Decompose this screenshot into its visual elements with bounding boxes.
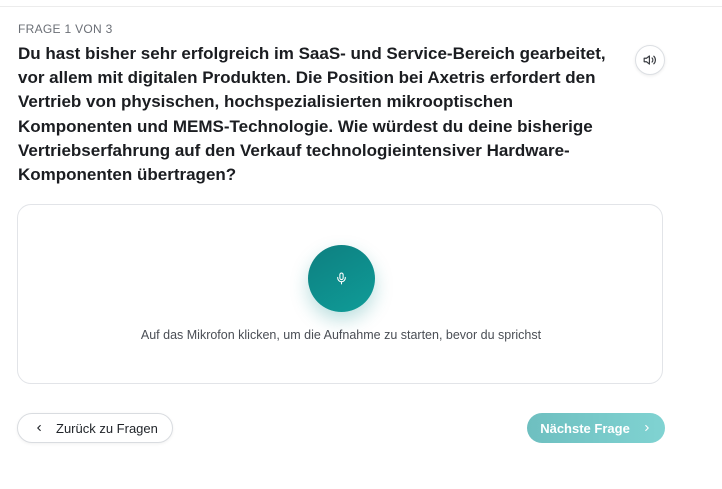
question-text: Du hast bisher sehr erfolgreich im SaaS-…: [18, 44, 606, 185]
speaker-icon: [643, 53, 657, 67]
read-aloud-button[interactable]: [635, 45, 665, 75]
next-button-label: Nächste Frage: [540, 420, 630, 436]
back-button-label: Zurück zu Fragen: [56, 420, 158, 436]
recording-card: Auf das Mikrofon klicken, um die Aufnahm…: [17, 204, 663, 384]
microphone-icon: [335, 272, 348, 285]
back-to-questions-button[interactable]: Zurück zu Fragen: [17, 413, 173, 443]
chevron-left-icon: [34, 423, 44, 433]
recording-hint: Auf das Mikrofon klicken, um die Aufnahm…: [140, 328, 542, 342]
question-counter: FRAGE 1 VON 3: [18, 22, 113, 36]
record-button[interactable]: [308, 245, 375, 312]
next-question-button[interactable]: Nächste Frage: [527, 413, 665, 443]
chevron-right-icon: [642, 423, 652, 433]
top-divider: [0, 6, 722, 7]
